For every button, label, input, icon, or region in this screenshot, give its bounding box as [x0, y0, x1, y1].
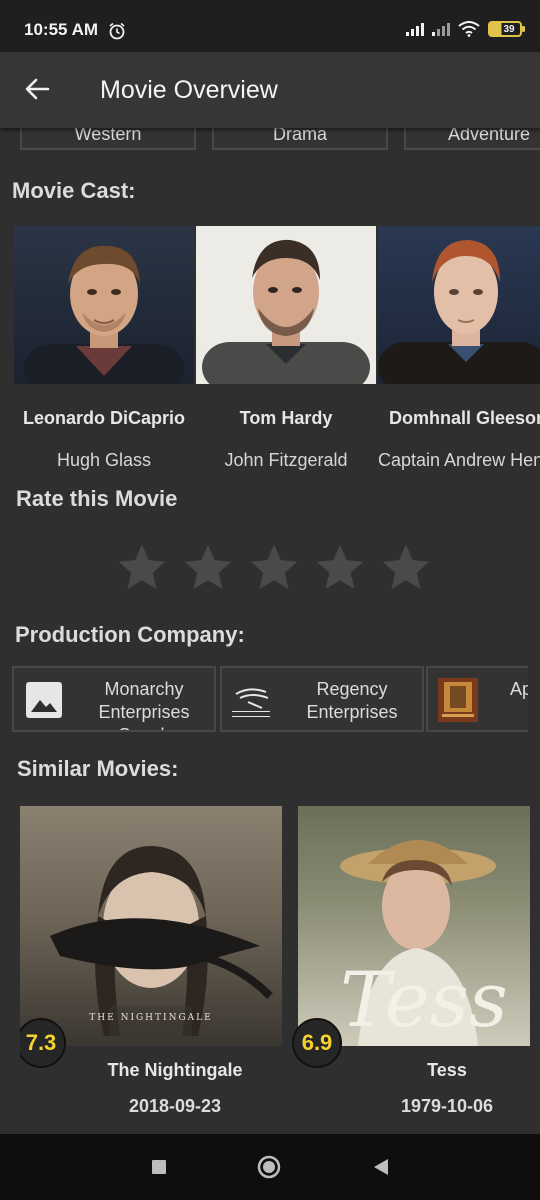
star-icon[interactable] — [112, 540, 172, 596]
rating-stars[interactable] — [112, 540, 436, 596]
status-bar: 10:55 AM 39 — [0, 0, 540, 52]
alarm-icon — [109, 22, 125, 40]
cast-photo — [378, 226, 540, 384]
signal-icon — [406, 22, 424, 36]
cast-name: Tom Hardy — [239, 408, 333, 428]
company-name: Regency Enterprises — [306, 679, 398, 722]
company-card[interactable]: Appian Way — [426, 666, 528, 732]
regency-logo — [232, 688, 270, 717]
arrow-left-icon[interactable] — [22, 74, 52, 104]
recent-apps-icon[interactable] — [146, 1154, 172, 1180]
company-card[interactable]: Monarchy Enterprises S.a.r.l. — [12, 666, 216, 732]
company-list: Monarchy Enterprises S.a.r.l. Regency En… — [12, 666, 528, 734]
image-placeholder-icon — [26, 682, 62, 718]
status-time: 10:55 AM — [24, 20, 99, 39]
company-name: Appian Way — [510, 679, 528, 699]
star-icon[interactable] — [244, 540, 304, 596]
page-title: Movie Overview — [100, 76, 278, 104]
production-section-title: Production Company: — [15, 622, 245, 647]
home-icon[interactable] — [256, 1154, 282, 1180]
back-icon[interactable] — [368, 1154, 394, 1180]
cast-name: Leonardo DiCaprio — [22, 408, 185, 428]
cast-photo — [14, 226, 194, 384]
app-bar: Movie Overview — [0, 52, 540, 128]
rating-section-title: Rate this Movie — [16, 486, 178, 511]
star-icon[interactable] — [178, 540, 238, 596]
svg-text:Tess: Tess — [340, 955, 508, 1044]
cast-name: Domhnall Gleeson — [388, 408, 540, 428]
cast-photo — [196, 226, 376, 384]
cast-list: Leonardo DiCaprio Hugh Glass Tom Hardy J… — [14, 226, 540, 476]
movie-date: 2018-09-23 — [128, 1096, 222, 1116]
cast-role: Hugh Glass — [56, 450, 152, 470]
cast-section-title: Movie Cast: — [12, 178, 136, 203]
movie-title: Tess — [427, 1060, 467, 1080]
company-card[interactable]: Regency Enterprises — [220, 666, 424, 732]
cast-card[interactable]: Domhnall Gleeson Captain Andrew Henry — [378, 226, 540, 470]
movie-poster: THE NIGHTINGALE — [20, 806, 282, 1046]
cast-role: John Fitzgerald — [224, 450, 348, 470]
star-icon[interactable] — [310, 540, 370, 596]
appian-way-logo — [438, 678, 478, 722]
company-name: Monarchy Enterprises S.a.r.l. — [98, 679, 190, 730]
svg-text:THE NIGHTINGALE: THE NIGHTINGALE — [89, 1013, 212, 1023]
system-nav-bar — [0, 1134, 540, 1200]
star-icon[interactable] — [376, 540, 436, 596]
battery-level: 39 — [503, 23, 515, 35]
signal-icon — [432, 22, 450, 36]
cast-card[interactable]: Leonardo DiCaprio Hugh Glass — [14, 226, 194, 470]
movie-poster: Tess — [298, 806, 530, 1046]
cast-role: Captain Andrew Henry — [378, 450, 540, 470]
wifi-icon — [458, 21, 480, 37]
cast-card[interactable]: Tom Hardy John Fitzgerald — [196, 226, 376, 470]
similar-section-title: Similar Movies: — [17, 756, 179, 781]
movie-title: The Nightingale — [107, 1060, 243, 1080]
battery-icon: 39 — [488, 21, 525, 37]
similar-movies-list: THE NIGHTINGALE 7.3 The Nightingale 2018… — [20, 806, 540, 1126]
movie-date: 1979-10-06 — [400, 1096, 494, 1116]
